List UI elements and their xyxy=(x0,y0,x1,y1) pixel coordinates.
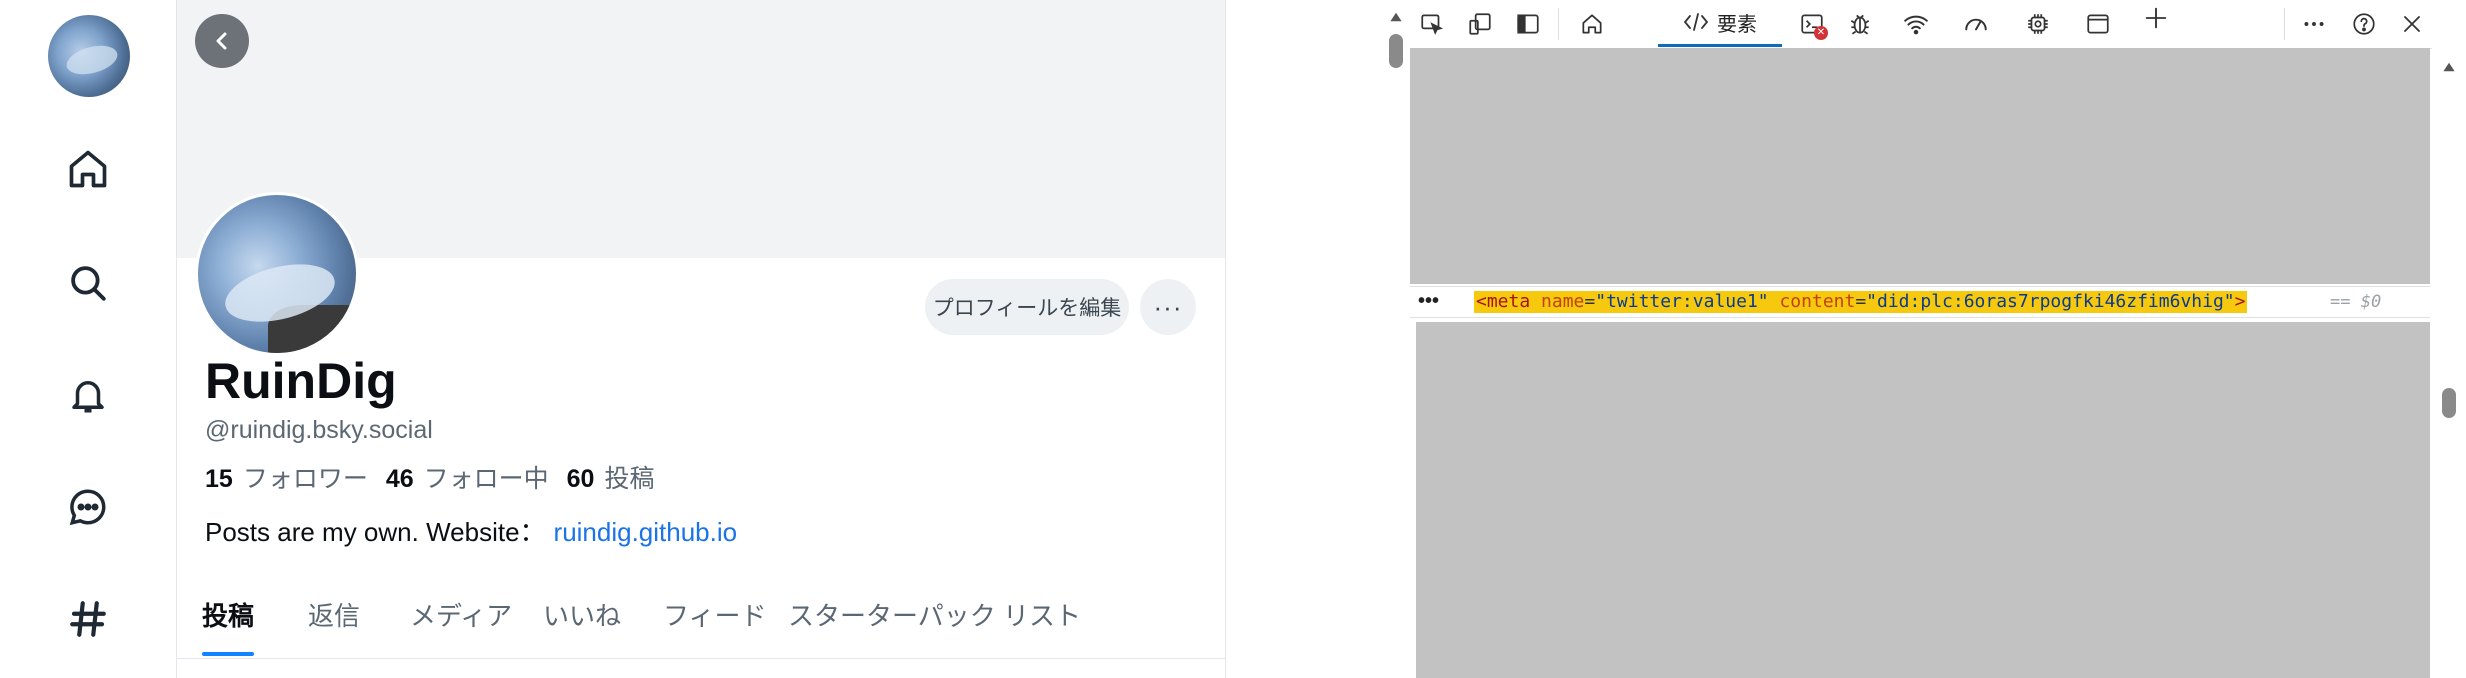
bell-icon[interactable] xyxy=(62,369,114,421)
profile-tabs: 投稿 返信 メディア いいね フィード スターターパック リスト xyxy=(177,590,1225,659)
bio: Posts are my own. Website： ruindig.github… xyxy=(205,512,737,549)
tab-elements[interactable]: 要素 xyxy=(1658,0,1782,47)
profile-column: プロフィールを編集 ··· RuinDig @ruindig.bsky.soci… xyxy=(176,0,1226,678)
edit-profile-button[interactable]: プロフィールを編集 xyxy=(925,279,1129,335)
elements-tree-area-top xyxy=(1410,48,2430,284)
back-button[interactable] xyxy=(195,14,249,68)
user-avatar[interactable] xyxy=(48,15,130,97)
more-options-button[interactable]: ··· xyxy=(1140,279,1196,335)
add-tool-plus-icon[interactable] xyxy=(2140,2,2172,34)
performance-gauge-icon[interactable] xyxy=(1960,8,1992,40)
tab-elements-label: 要素 xyxy=(1717,13,1757,36)
devtools-toolbar: 要素 ✕ xyxy=(1410,0,2466,49)
page-scrollbar[interactable] xyxy=(1382,0,1410,678)
chat-icon[interactable] xyxy=(62,481,114,533)
scroll-up-arrow-icon[interactable] xyxy=(1389,10,1403,24)
display-name: RuinDig xyxy=(205,353,397,409)
network-wifi-icon[interactable] xyxy=(1900,8,1932,40)
code-icon xyxy=(1683,13,1709,31)
console-icon[interactable]: ✕ xyxy=(1796,8,1828,40)
memory-chip-icon[interactable] xyxy=(2022,8,2054,40)
tab-starter-packs[interactable]: スターターパック xyxy=(788,590,996,656)
following-label[interactable]: フォロー中 xyxy=(424,459,549,495)
selected-dom-node-row[interactable]: ••• <meta name="twitter:value1" content=… xyxy=(1410,286,2430,318)
elements-scrollbar[interactable] xyxy=(2432,48,2466,678)
profile-avatar[interactable] xyxy=(195,192,359,356)
home-icon[interactable] xyxy=(62,143,114,195)
welcome-home-icon[interactable] xyxy=(1576,8,1608,40)
elements-scroll-thumb[interactable] xyxy=(2442,388,2456,418)
hash-icon[interactable] xyxy=(62,593,114,645)
page-scroll-thumb[interactable] xyxy=(1389,34,1403,68)
tab-media[interactable]: メディア xyxy=(410,590,512,656)
tab-feeds[interactable]: フィード xyxy=(663,590,766,656)
bio-text: Posts are my own. Website： xyxy=(205,517,546,547)
chevron-left-icon xyxy=(216,32,227,50)
tab-replies[interactable]: 返信 xyxy=(308,590,360,656)
handle: @ruindig.bsky.social xyxy=(205,416,433,444)
inspect-element-icon[interactable] xyxy=(1416,8,1448,40)
help-icon[interactable] xyxy=(2348,8,2380,40)
posts-label: 投稿 xyxy=(604,465,655,493)
tab-likes[interactable]: いいね xyxy=(543,590,621,656)
application-panel-icon[interactable] xyxy=(2082,8,2114,40)
meta-tag-code[interactable]: <meta name="twitter:value1" content="did… xyxy=(1474,291,2248,313)
attr-name-2: content xyxy=(1779,291,1856,312)
attr-name-1: name xyxy=(1541,291,1585,312)
left-nav xyxy=(0,0,153,678)
selected-node-marker: == $0 xyxy=(2330,292,2382,312)
tab-lists[interactable]: リスト xyxy=(1003,590,1081,656)
attr-value-1: "twitter:value1" xyxy=(1595,291,1769,312)
tag-close: > xyxy=(2234,291,2246,312)
elements-tree-area-bottom xyxy=(1416,322,2430,678)
node-actions-dots[interactable]: ••• xyxy=(1418,287,1439,315)
dock-side-icon[interactable] xyxy=(1512,8,1544,40)
followers-count[interactable]: 15 xyxy=(205,465,233,494)
posts-count: 60 xyxy=(566,465,595,493)
error-badge: ✕ xyxy=(1814,26,1828,40)
followers-label[interactable]: フォロワー xyxy=(243,459,368,495)
devtools-panel: 要素 ✕ ••• <meta name="twitter:value1" con… xyxy=(1382,0,2466,678)
debug-bug-icon[interactable] xyxy=(1844,8,1876,40)
tab-posts[interactable]: 投稿 xyxy=(202,590,255,656)
attr-value-2: "did:plc:6oras7rpogfki46zfim6vhig" xyxy=(1866,291,2235,312)
tag-open: <meta xyxy=(1476,291,1531,312)
search-icon[interactable] xyxy=(62,257,114,309)
following-count[interactable]: 46 xyxy=(386,465,414,494)
close-icon[interactable] xyxy=(2396,8,2428,40)
more-tools-icon[interactable] xyxy=(2298,8,2330,40)
device-emulation-icon[interactable] xyxy=(1464,8,1496,40)
scroll-up-arrow-icon[interactable] xyxy=(2442,60,2456,74)
website-link[interactable]: ruindig.github.io xyxy=(554,517,738,547)
profile-stats: 15 フォロワー 46 フォロー中 60 投稿 xyxy=(205,459,662,495)
